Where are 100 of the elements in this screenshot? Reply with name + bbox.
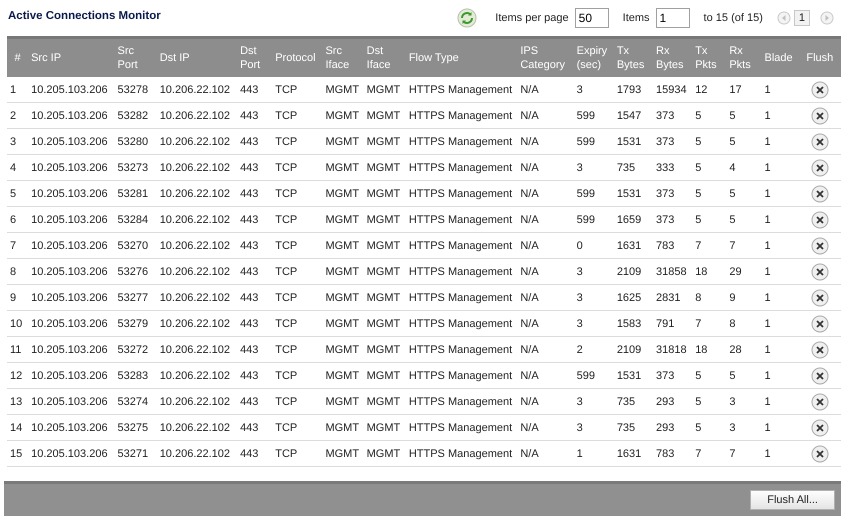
items-range: to 15 (of 15) [704, 12, 763, 24]
table-cell: 53278 [114, 77, 157, 102]
table-cell: 10.205.103.206 [28, 128, 114, 154]
table-cell: 8 [692, 284, 726, 310]
page-number[interactable]: 1 [794, 10, 810, 26]
table-cell: 1547 [614, 102, 653, 128]
table-cell: 443 [237, 310, 272, 336]
table-cell: 1 [762, 206, 799, 232]
table-cell: 11 [7, 336, 28, 362]
table-cell: 5 [726, 102, 762, 128]
table-cell: TCP [272, 414, 322, 440]
table-cell: MGMT [322, 180, 364, 206]
table-cell: 443 [237, 336, 272, 362]
table-cell: TCP [272, 206, 322, 232]
table-cell: 5 [692, 388, 726, 414]
table-cell: HTTPS Management [406, 77, 518, 102]
table-cell: 53280 [114, 128, 157, 154]
table-cell: 373 [653, 128, 692, 154]
table-cell: 10.206.22.102 [156, 310, 238, 336]
table-cell: 10.205.103.206 [28, 310, 114, 336]
column-header: Blade [762, 38, 799, 77]
table-cell: 18 [692, 258, 726, 284]
table-cell: 443 [237, 414, 272, 440]
column-header: # [7, 38, 28, 77]
table-cell: MGMT [364, 180, 406, 206]
table-cell: 1631 [614, 440, 653, 466]
table-cell: 10.206.22.102 [156, 284, 238, 310]
table-cell: 293 [653, 414, 692, 440]
table-cell: N/A [517, 414, 574, 440]
table-cell: 10.206.22.102 [156, 232, 238, 258]
table-cell: 7 [726, 440, 762, 466]
table-cell: N/A [517, 388, 574, 414]
table-cell: TCP [272, 180, 322, 206]
table-cell: 1 [574, 440, 614, 466]
table-cell: 7 [726, 232, 762, 258]
table-cell: 5 [692, 206, 726, 232]
table-cell: 10.206.22.102 [156, 336, 238, 362]
table-cell: 8 [7, 258, 28, 284]
table-cell: 735 [614, 154, 653, 180]
items-start-field[interactable]: 1 [656, 8, 690, 28]
table-cell: 10.206.22.102 [156, 258, 238, 284]
table-cell: 1 [762, 284, 799, 310]
table-cell: MGMT [364, 284, 406, 310]
column-header: Expiry (sec) [574, 38, 614, 77]
table-cell: TCP [272, 77, 322, 102]
table-cell: 5 [726, 206, 762, 232]
table-cell: 5 [726, 362, 762, 388]
table-cell: 1531 [614, 128, 653, 154]
table-cell: HTTPS Management [406, 414, 518, 440]
table-cell: N/A [517, 128, 574, 154]
items-per-page-field[interactable]: 50 [574, 8, 609, 28]
table-cell: 1 [762, 154, 799, 180]
table-cell: 7 [692, 310, 726, 336]
table-cell: 1531 [614, 180, 653, 206]
flush-all-button[interactable]: Flush All... [750, 490, 835, 510]
table-cell: MGMT [364, 440, 406, 466]
table-cell: 1 [762, 388, 799, 414]
table-cell: N/A [517, 336, 574, 362]
table-cell: 735 [614, 414, 653, 440]
table-cell: 10.205.103.206 [28, 440, 114, 466]
table-cell: TCP [272, 232, 322, 258]
table-cell: N/A [517, 154, 574, 180]
table-cell: 5 [692, 128, 726, 154]
column-header: Tx Pkts [692, 38, 726, 77]
table-cell: N/A [517, 77, 574, 102]
table-cell: 10 [7, 310, 28, 336]
table-cell: 17 [726, 77, 762, 102]
table-cell: 2831 [653, 284, 692, 310]
table-cell: N/A [517, 284, 574, 310]
table-cell: 53273 [114, 154, 157, 180]
table-cell: MGMT [364, 128, 406, 154]
table-cell: 10.205.103.206 [28, 206, 114, 232]
table-cell: HTTPS Management [406, 336, 518, 362]
column-header: Src Iface [322, 38, 364, 77]
column-header: Rx Pkts [726, 38, 762, 77]
table-cell: HTTPS Management [406, 258, 518, 284]
table-cell: 10.206.22.102 [156, 180, 238, 206]
table-cell: 1 [762, 232, 799, 258]
table-cell: MGMT [322, 388, 364, 414]
table-cell: 1 [762, 102, 799, 128]
table-cell: 735 [614, 388, 653, 414]
table-cell: 5 [692, 362, 726, 388]
table-cell: TCP [272, 284, 322, 310]
table-cell: 29 [726, 258, 762, 284]
table-cell: 443 [237, 102, 272, 128]
table-cell: 10.205.103.206 [28, 102, 114, 128]
table-cell: 2 [574, 336, 614, 362]
table-cell: 12 [692, 77, 726, 102]
table-cell: 443 [237, 362, 272, 388]
column-header: IPS Category [517, 38, 574, 77]
table-cell: HTTPS Management [406, 310, 518, 336]
table-cell: HTTPS Management [406, 154, 518, 180]
table-cell: 7 [692, 232, 726, 258]
table-cell: 10.205.103.206 [28, 77, 114, 102]
table-cell: 373 [653, 180, 692, 206]
table-cell: 53276 [114, 258, 157, 284]
table-cell: 10.206.22.102 [156, 102, 238, 128]
table-cell: 10.206.22.102 [156, 128, 238, 154]
table-cell: 10.206.22.102 [156, 440, 238, 466]
table-cell: 7 [692, 440, 726, 466]
